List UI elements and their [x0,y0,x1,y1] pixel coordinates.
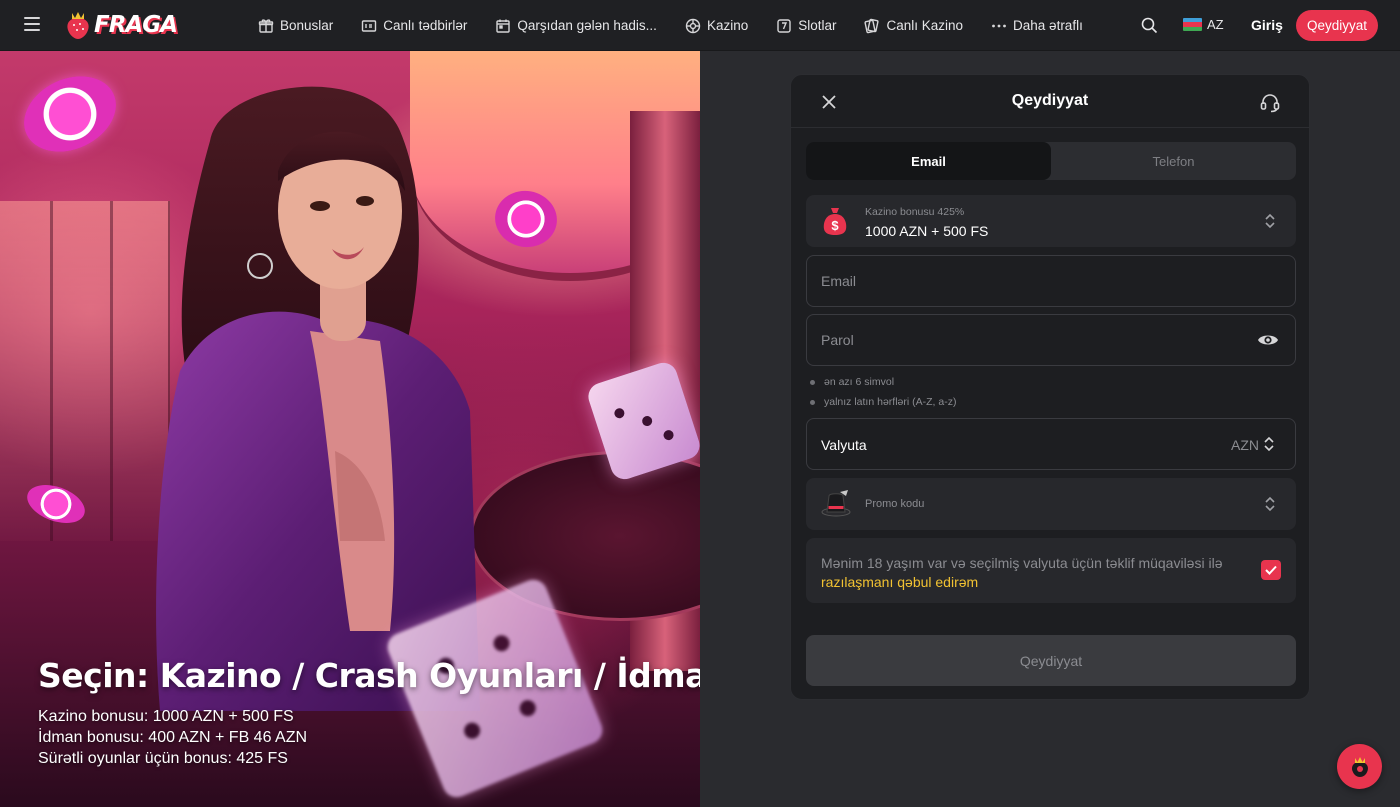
hero-title: Seçin: Kazino / Crash Oyunları / İdman [38,656,700,695]
consent-statement: Mənim 18 yaşım var və seçilmiş valyuta ü… [821,555,1223,571]
nav-label: Kazino [706,18,749,33]
consent-text: Mənim 18 yaşım var və seçilmiş valyuta ü… [821,554,1251,592]
nav-more[interactable]: Daha ətraflı [991,18,1083,34]
register-button[interactable]: Qeydiyyat [1296,10,1378,41]
bonus-value: 1000 AZN + 500 FS [865,223,989,239]
strawberry-icon [67,12,89,39]
casino-window-decoration [0,201,170,541]
password-field[interactable] [806,314,1296,366]
nav-live-events[interactable]: Canlı tədbirlər [361,18,467,34]
top-navigation-bar: FRAGA Bonuslar Canlı tədbirlər Qarşıdan … [0,0,1400,51]
bonus-selector[interactable]: $ Kazino bonusu 425% 1000 AZN + 500 FS [806,195,1296,247]
hero-sport-bonus: İdman bonusu: 400 AZN + FB 46 AZN [38,729,308,746]
tab-email[interactable]: Email [806,142,1051,180]
nav-label: Slotlar [798,18,837,33]
hero-casino-bonus: Kazino bonusu: 1000 AZN + 500 FS [38,708,294,725]
azerbaijan-flag-icon [1183,18,1202,31]
hero-banner: Seçin: Kazino / Crash Oyunları / İdman K… [0,51,700,807]
chevron-up-down-icon [1265,496,1275,512]
language-selector[interactable]: AZ [1183,17,1224,32]
chevron-up-down-icon [1265,213,1275,229]
promo-code-selector[interactable]: Promo kodu [806,478,1296,530]
login-link[interactable]: Giriş [1251,17,1283,33]
search-icon[interactable] [1141,17,1158,34]
slot-machine-icon [777,18,791,33]
main-nav: Bonuslar Canlı tədbirlər Qarşıdan gələn … [258,0,1111,51]
hero-model-image [156,86,480,711]
live-scoreboard-icon [362,19,377,32]
registration-method-tabs: Email Telefon [806,142,1296,180]
promo-code-label: Promo kodu [865,498,925,510]
bonus-label: Kazino bonusu 425% [865,206,965,218]
email-input[interactable] [807,256,1295,306]
tab-phone[interactable]: Telefon [1051,142,1296,180]
chevron-up-down-icon [1264,436,1274,452]
password-input[interactable] [807,315,1295,365]
logo-text: FRAGA [94,12,178,38]
currency-value: AZN [1231,437,1259,453]
registration-modal: Qeydiyyat Email Telefon $ Kazino bonusu … [790,74,1310,700]
password-rule: ən azı 6 simvol [810,376,894,388]
roulette-icon [685,18,701,33]
nav-slots[interactable]: Slotlar [776,18,836,34]
currency-selector[interactable]: Valyuta AZN [806,418,1296,470]
eye-icon[interactable] [1257,332,1279,348]
floating-support-button[interactable] [1337,744,1382,789]
nav-label: Canlı tədbirlər [383,18,468,33]
poker-chip-decoration [11,61,129,167]
email-field[interactable] [806,255,1296,307]
nav-bonuses[interactable]: Bonuslar [258,18,333,34]
fraga-logo[interactable]: FRAGA [64,9,178,41]
svg-text:$: $ [831,218,839,233]
currency-label: Valyuta [821,437,867,453]
language-code: AZ [1207,17,1224,32]
nav-label: Bonuslar [280,18,334,33]
hero-fast-games-bonus: Sürətli oyunlar üçün bonus: 425 FS [38,750,288,767]
magic-hat-icon [821,490,851,517]
modal-title: Qeydiyyat [1011,92,1089,109]
terms-link[interactable]: razılaşmanı qəbul edirəm [821,574,978,590]
nav-label: Daha ətraflı [1013,18,1083,33]
gift-icon [258,18,274,33]
nav-casino[interactable]: Kazino [685,18,748,34]
age-consent-block: Mənim 18 yaşım var və seçilmiş valyuta ü… [806,538,1296,603]
strawberry-icon [1351,756,1368,777]
menu-icon[interactable] [24,17,40,31]
consent-checkbox[interactable] [1261,560,1281,580]
submit-registration-button[interactable]: Qeydiyyat [806,635,1296,686]
password-rule: yalnız latın hərfləri (A-Z, a-z) [810,396,956,408]
nav-live-casino[interactable]: Canlı Kazino [864,18,963,34]
more-dots-icon [992,24,1006,27]
nav-label: Canlı Kazino [886,18,964,33]
nav-upcoming-events[interactable]: Qarşıdan gələn hadis... [495,18,657,34]
cards-icon [864,18,880,33]
modal-header: Qeydiyyat [791,75,1309,128]
money-bag-icon: $ [823,208,847,235]
checkmark-icon [1265,565,1277,575]
calendar-icon [496,19,511,33]
support-headset-icon[interactable] [1259,91,1281,113]
nav-label: Qarşıdan gələn hadis... [517,18,657,33]
